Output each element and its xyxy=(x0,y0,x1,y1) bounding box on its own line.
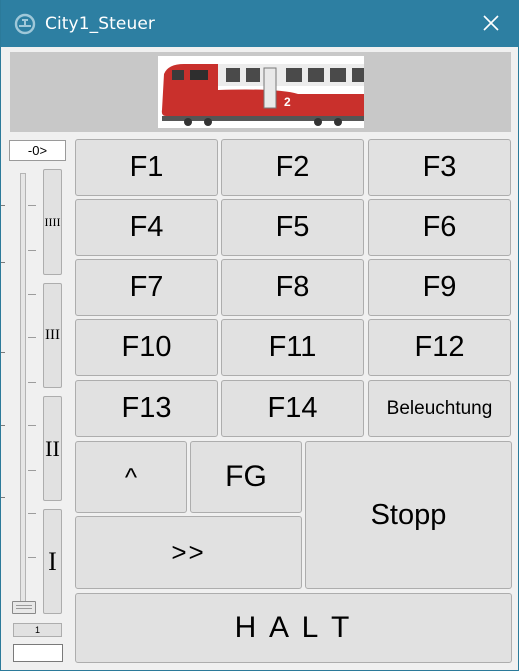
f13-button[interactable]: F13 xyxy=(75,380,218,437)
f14-button[interactable]: F14 xyxy=(221,380,364,437)
speed-panel: -0> IIII III II I 1 xyxy=(1,137,73,671)
gear-button-2[interactable]: II xyxy=(43,396,62,501)
speed-input[interactable] xyxy=(13,644,63,662)
edge-tick xyxy=(1,497,5,498)
close-icon xyxy=(483,15,499,31)
direction-display: -0> xyxy=(9,140,66,161)
up-button[interactable]: ^ xyxy=(75,441,187,513)
f12-button[interactable]: F12 xyxy=(368,319,511,376)
gear-button-3[interactable]: III xyxy=(43,283,62,388)
close-button[interactable] xyxy=(462,0,519,47)
f5-button[interactable]: F5 xyxy=(221,199,364,256)
f7-button[interactable]: F7 xyxy=(75,259,218,316)
edge-tick xyxy=(1,352,5,353)
window-title: City1_Steuer xyxy=(45,14,155,34)
gear-button-1[interactable]: I xyxy=(43,509,62,614)
locomotive-gauge-icon xyxy=(14,13,36,35)
slider-tick xyxy=(28,557,36,558)
title-bar[interactable]: City1_Steuer xyxy=(1,0,519,47)
forward-button[interactable]: >> xyxy=(75,516,302,589)
speed-slider-thumb[interactable] xyxy=(12,601,36,614)
f4-button[interactable]: F4 xyxy=(75,199,218,256)
slider-tick xyxy=(28,425,36,426)
halt-button[interactable]: H A L T xyxy=(75,593,512,663)
svg-text:2: 2 xyxy=(284,95,291,109)
f3-button[interactable]: F3 xyxy=(368,139,511,196)
f2-button[interactable]: F2 xyxy=(221,139,364,196)
slider-tick xyxy=(28,382,36,383)
edge-tick xyxy=(1,425,5,426)
f6-button[interactable]: F6 xyxy=(368,199,511,256)
app-window: City1_Steuer 2 -0> IIII III II I 1 F1 F2… xyxy=(0,0,519,671)
slider-tick xyxy=(28,513,36,514)
speed-slider-track[interactable] xyxy=(20,173,26,611)
f8-button[interactable]: F8 xyxy=(221,259,364,316)
f1-button[interactable]: F1 xyxy=(75,139,218,196)
edge-tick xyxy=(1,205,5,206)
edge-tick xyxy=(1,262,5,263)
slider-tick xyxy=(28,294,36,295)
beleuchtung-button[interactable]: Beleuchtung xyxy=(368,380,511,437)
train-car-image: 2 xyxy=(158,56,364,128)
speed-value: 1 xyxy=(13,623,62,637)
fg-button[interactable]: FG xyxy=(190,441,302,513)
gear-button-4[interactable]: IIII xyxy=(43,169,62,275)
slider-tick xyxy=(28,205,36,206)
f9-button[interactable]: F9 xyxy=(368,259,511,316)
stopp-button[interactable]: Stopp xyxy=(305,441,512,589)
slider-tick xyxy=(28,250,36,251)
slider-tick xyxy=(28,337,36,338)
locomotive-image-area: 2 xyxy=(10,52,511,132)
f10-button[interactable]: F10 xyxy=(75,319,218,376)
f11-button[interactable]: F11 xyxy=(221,319,364,376)
slider-tick xyxy=(28,470,36,471)
